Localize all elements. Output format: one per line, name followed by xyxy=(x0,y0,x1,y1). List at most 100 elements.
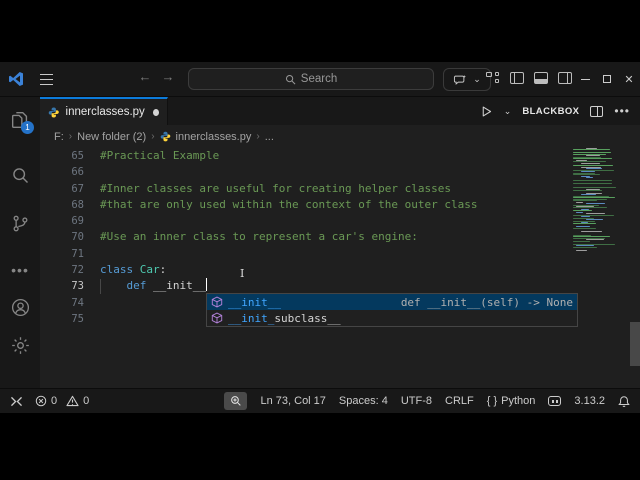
text-cursor xyxy=(205,278,208,292)
warning-count: 0 xyxy=(83,395,90,407)
title-bar: ← → Search ⌄ ✕ xyxy=(0,62,640,97)
line-number[interactable]: 74 xyxy=(40,295,84,311)
split-editor-icon[interactable] xyxy=(590,105,604,117)
code-editor[interactable]: 65 #Practical Example 66 67 #Inner classes a… xyxy=(40,148,640,388)
command-center-search[interactable]: Search xyxy=(188,68,434,90)
breadcrumb-drive[interactable]: F: xyxy=(54,131,64,143)
tab-innerclasses[interactable]: innerclasses.py xyxy=(40,97,168,125)
vscode-logo-icon xyxy=(8,71,24,92)
code-line: 65 #Practical Example xyxy=(40,148,640,164)
line-number[interactable]: 67 xyxy=(40,181,84,197)
python-file-icon xyxy=(160,131,170,142)
breadcrumb-file[interactable]: innerclasses.py xyxy=(176,131,252,143)
zoom-in-icon xyxy=(231,396,241,406)
tab-label: innerclasses.py xyxy=(65,106,145,118)
cursor-position[interactable]: Ln 73, Col 17 xyxy=(260,395,325,407)
activity-bar: 1 ••• xyxy=(0,97,40,388)
screencast-zoom-indicator[interactable] xyxy=(224,392,248,410)
additional-views-icon[interactable]: ••• xyxy=(0,252,40,290)
errors-icon xyxy=(35,395,47,407)
encoding[interactable]: UTF-8 xyxy=(401,395,432,407)
code-line: 69 xyxy=(40,213,640,229)
source-control-icon[interactable] xyxy=(0,205,40,243)
menu-icon[interactable] xyxy=(40,74,53,85)
code-line: 67 #Inner classes are useful for creating… xyxy=(40,181,640,197)
minimap[interactable] xyxy=(572,148,618,258)
toggle-secondary-sidebar-icon[interactable] xyxy=(558,72,572,84)
line-number[interactable]: 69 xyxy=(40,213,84,229)
vertical-scrollbar[interactable] xyxy=(630,322,640,366)
breadcrumb-symbol[interactable]: ... xyxy=(265,131,274,143)
method-icon xyxy=(211,312,223,324)
python-file-icon xyxy=(48,106,59,118)
line-number[interactable]: 71 xyxy=(40,246,84,262)
indentation[interactable]: Spaces: 4 xyxy=(339,395,388,407)
customize-layout-icon[interactable] xyxy=(486,72,500,84)
line-number[interactable]: 75 xyxy=(40,311,84,327)
code-text: #Practical Example xyxy=(100,149,220,162)
back-arrow-icon[interactable]: ← xyxy=(136,69,154,84)
search-icon xyxy=(285,74,296,84)
notifications-bell-icon[interactable] xyxy=(618,395,630,408)
blackbox-button[interactable]: BLACKBOX xyxy=(522,106,579,117)
toggle-sidebar-icon[interactable] xyxy=(510,72,524,84)
code-text: class Car: xyxy=(100,263,167,277)
editor-more-actions-icon[interactable]: ••• xyxy=(614,104,630,118)
explorer-badge: 1 xyxy=(21,120,34,134)
close-button[interactable]: ✕ xyxy=(618,62,640,96)
search-view-icon[interactable] xyxy=(0,157,40,195)
maximize-button[interactable] xyxy=(596,62,618,96)
status-bar: 0 0 Ln 73, Col 17 Spaces: 4 UTF-8 CRLF {… xyxy=(0,388,640,413)
forward-arrow-icon[interactable]: → xyxy=(159,69,177,84)
editor-group: innerclasses.py ⌄ BLACKBOX ••• F: › New … xyxy=(40,97,640,388)
line-number[interactable]: 66 xyxy=(40,164,84,180)
method-icon xyxy=(211,296,223,308)
code-text: #Inner classes are useful for creating h… xyxy=(100,181,451,195)
python-interpreter[interactable]: 3.13.2 xyxy=(574,395,605,407)
video-frame: ← → Search ⌄ ✕ 1 ••• innerclasses.py ⌄ B… xyxy=(0,0,640,480)
modified-dot-icon[interactable] xyxy=(152,108,159,116)
copilot-menu-button[interactable]: ⌄ xyxy=(443,68,491,91)
minimize-button[interactable] xyxy=(574,62,596,96)
language-mode[interactable]: { } Python xyxy=(487,395,536,407)
breadcrumb-separator: › xyxy=(256,131,260,142)
line-number[interactable]: 73 xyxy=(40,278,84,294)
eol-sequence[interactable]: CRLF xyxy=(445,395,474,407)
code-text: def __init__ xyxy=(84,278,208,294)
suggest-item[interactable]: __init__ def __init__(self) -> None xyxy=(207,294,577,310)
suggest-detail: def __init__(self) -> None xyxy=(400,295,573,309)
breadcrumb: F: › New folder (2) › innerclasses.py › … xyxy=(40,125,640,148)
line-number[interactable]: 68 xyxy=(40,197,84,213)
error-count: 0 xyxy=(51,395,58,407)
remote-indicator[interactable] xyxy=(10,396,23,407)
run-button[interactable] xyxy=(480,105,493,118)
breadcrumb-folder[interactable]: New folder (2) xyxy=(77,131,146,143)
language-label: Python xyxy=(501,395,536,407)
toggle-panel-icon[interactable] xyxy=(534,72,548,84)
code-line: 72 class Car: xyxy=(40,262,640,278)
problems-indicator[interactable]: 0 0 xyxy=(35,395,89,407)
explorer-icon[interactable]: 1 xyxy=(0,101,40,139)
line-number[interactable]: 72 xyxy=(40,262,84,278)
copilot-icon[interactable] xyxy=(548,396,562,406)
indent-guide xyxy=(100,279,101,294)
suggest-item[interactable]: __init_subclass__ xyxy=(207,310,577,326)
code-text: #Use an inner class to represent a car's… xyxy=(100,230,418,244)
vscode-window: ← → Search ⌄ ✕ 1 ••• innerclasses.py ⌄ B… xyxy=(0,62,640,413)
suggest-label: __init__ xyxy=(228,295,281,309)
run-chevron-icon[interactable]: ⌄ xyxy=(504,106,512,117)
code-line: 71 xyxy=(40,246,640,262)
breadcrumb-separator: › xyxy=(151,131,155,142)
settings-gear-icon[interactable] xyxy=(0,327,40,365)
line-number[interactable]: 70 xyxy=(40,229,84,245)
chevron-down-icon: ⌄ xyxy=(473,74,481,84)
warnings-icon xyxy=(66,395,79,407)
accounts-icon[interactable] xyxy=(0,289,40,327)
line-number[interactable]: 65 xyxy=(40,148,84,164)
search-placeholder: Search xyxy=(300,73,338,85)
